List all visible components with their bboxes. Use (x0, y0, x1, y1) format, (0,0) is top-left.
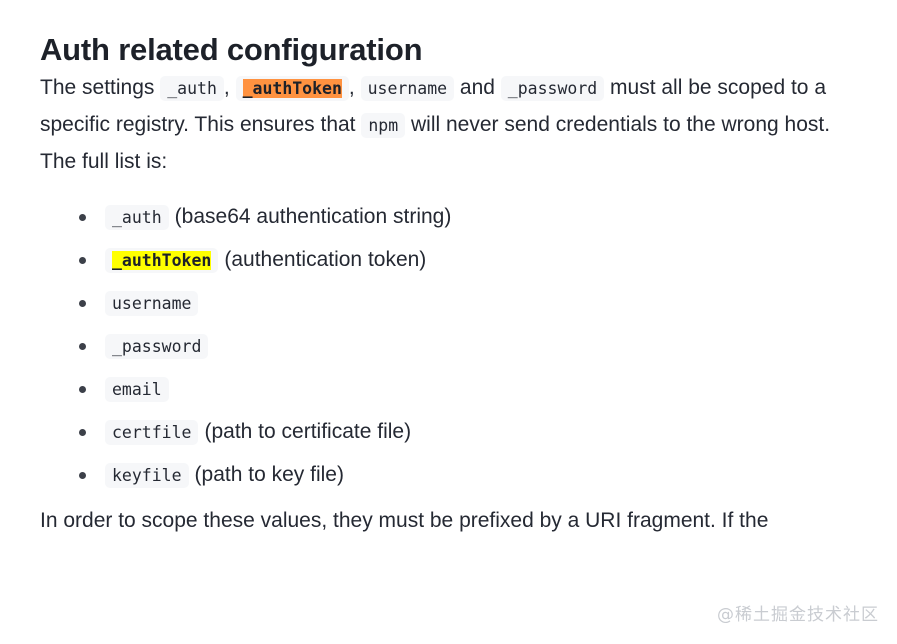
list-code-password: _password (105, 334, 209, 360)
list-item: _authToken (authentication token) (40, 245, 857, 276)
list-code-certfile: certfile (105, 420, 199, 446)
list-item: username (40, 288, 857, 319)
list-item: _password (40, 331, 857, 362)
intro-text-2: and (454, 76, 501, 100)
auth-config-list: _auth (base64 authentication string) _aut… (40, 202, 857, 491)
intro-text-4: will never send credentials to the wrong… (405, 113, 831, 137)
document-body: Auth related configuration The settings … (0, 0, 897, 539)
list-desc: (authentication token) (224, 248, 427, 272)
list-desc: (base64 authentication string) (174, 205, 452, 229)
list-desc: (path to key file) (194, 463, 344, 487)
list-code-username: username (105, 291, 199, 317)
full-list-lead: The full list is: (40, 150, 168, 174)
list-code-email: email (105, 377, 169, 403)
list-code-keyfile: keyfile (105, 463, 189, 489)
code-username: username (360, 76, 455, 102)
yellow-highlight: _authToken (112, 251, 212, 271)
intro-separator-1: , (223, 76, 236, 100)
page-title: Auth related configuration (40, 32, 423, 67)
list-item: _auth (base64 authentication string) (40, 202, 857, 233)
list-code-auth: _auth (105, 205, 169, 231)
code-auth: _auth (160, 76, 224, 102)
intro-paragraph: The settings _auth, _authToken, username… (40, 70, 857, 144)
code-auth-token-highlighted: _authToken (235, 76, 349, 102)
list-item: email (40, 374, 857, 405)
intro-text-1: The settings (40, 76, 161, 100)
intro-separator-2: , (348, 76, 361, 100)
orange-highlight: _authToken (242, 79, 342, 99)
site-watermark: @稀土掘金技术社区 (717, 605, 879, 625)
list-item: certfile (path to certificate file) (40, 417, 857, 448)
tail-paragraph: In order to scope these values, they mus… (40, 509, 769, 533)
code-npm: npm (361, 113, 406, 139)
list-item: keyfile (path to key file) (40, 460, 857, 491)
code-password: _password (500, 76, 605, 102)
list-desc: (path to certificate file) (204, 420, 412, 444)
list-code-auth-token-highlighted: _authToken (105, 248, 219, 274)
